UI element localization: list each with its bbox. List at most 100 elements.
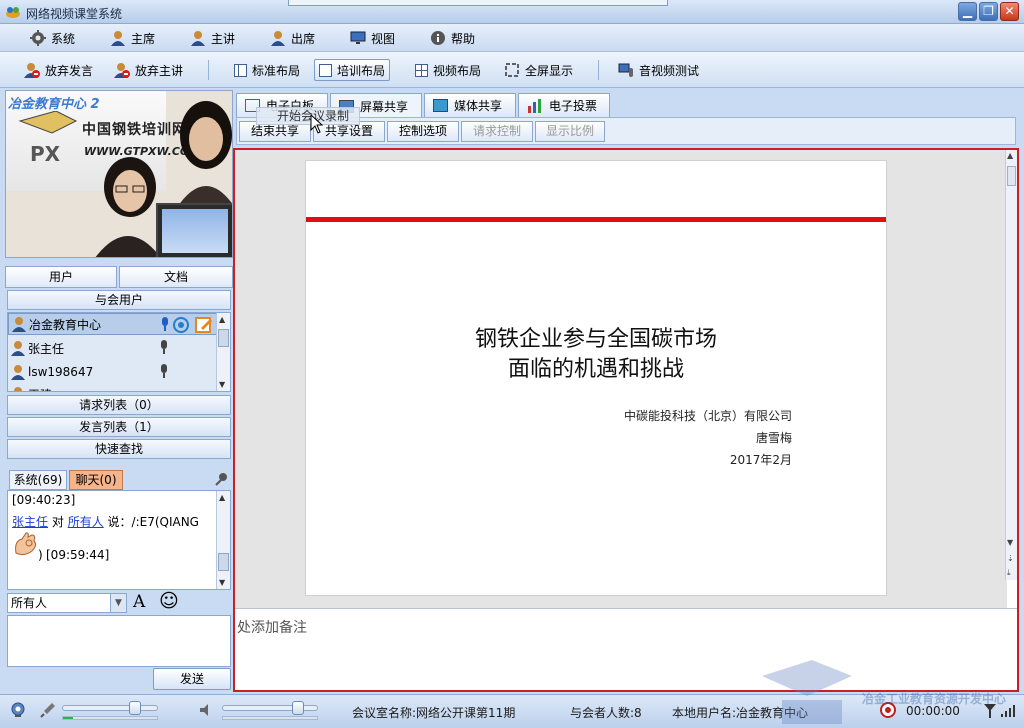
- slider-knob[interactable]: [129, 701, 141, 715]
- video-layout-label: 视频布局: [433, 63, 482, 78]
- scroll-up-icon[interactable]: ▲: [219, 315, 225, 324]
- user-cancel-icon: [24, 63, 40, 78]
- scroll-last-page-icon[interactable]: ⤓: [1007, 568, 1011, 578]
- close-button[interactable]: ✕: [1000, 2, 1019, 21]
- give-up-speak-button[interactable]: 放弃发言: [20, 59, 97, 81]
- speak-list-button[interactable]: 发言列表（1）: [7, 417, 231, 437]
- tab-chat[interactable]: 聊天(0): [69, 470, 123, 490]
- chat-time: [09:40:23]: [12, 493, 76, 507]
- chat-sender-link[interactable]: 张主任: [12, 515, 48, 529]
- give-up-lecturer-button[interactable]: 放弃主讲: [110, 59, 187, 81]
- user-row-3[interactable]: 王建: [8, 383, 218, 391]
- slider-knob[interactable]: [292, 701, 304, 715]
- user-name: 冶金教育中心: [29, 317, 102, 332]
- scroll-thumb[interactable]: [218, 553, 229, 571]
- menu-help[interactable]: 帮助: [430, 28, 475, 48]
- speaker-icon[interactable]: [198, 702, 214, 718]
- tab-system-messages[interactable]: 系统(69): [9, 470, 67, 490]
- request-control-button[interactable]: 请求控制: [461, 121, 533, 142]
- record-icon[interactable]: [880, 702, 896, 718]
- gear-icon: [30, 30, 46, 46]
- webcam-icon[interactable]: [10, 702, 26, 718]
- user-row-2[interactable]: lsw198647: [8, 361, 218, 383]
- speaker-volume-slider[interactable]: [222, 701, 318, 715]
- ok-hand-emoji-icon: [15, 532, 37, 556]
- standard-layout-button[interactable]: 标准布局: [230, 59, 304, 81]
- chat-message: 张主任 对 所有人 说：/:E7(QIANG: [12, 513, 199, 530]
- left-tabs: 用户 文档: [5, 266, 233, 288]
- chat-scrollbar[interactable]: ▲ ▼: [216, 491, 230, 589]
- toolbar: 放弃发言 放弃主讲 标准布局 培训布局 视频布局 全屏显示 音视频测试: [0, 52, 1024, 88]
- user-icon: [271, 31, 285, 46]
- scroll-down-icon[interactable]: ▼: [1007, 538, 1013, 547]
- video-layout-button[interactable]: 视频布局: [411, 59, 485, 81]
- notes-area[interactable]: 处添加备注: [235, 609, 1017, 690]
- mouse-cursor-icon: [310, 114, 324, 134]
- tab-media-share-label: 媒体共享: [454, 99, 503, 113]
- menu-lecturer[interactable]: 主讲: [190, 28, 235, 48]
- viewer-scrollbar[interactable]: ▲ ▼ ⇣ ⤓: [1005, 150, 1017, 580]
- recording-tooltip: 开始会议录制: [256, 107, 360, 125]
- user-icon: [191, 31, 205, 46]
- pin-icon[interactable]: [215, 472, 229, 486]
- user-name: 张主任: [28, 341, 65, 356]
- slide-title-line2: 面临的机遇和挑战: [507, 357, 684, 382]
- user-avatar-icon: [14, 387, 22, 391]
- menu-view[interactable]: 视图: [350, 28, 395, 48]
- user-row-1[interactable]: 张主任: [8, 337, 218, 359]
- mic-level-meter: [62, 716, 158, 720]
- tab-vote[interactable]: 电子投票: [518, 93, 610, 117]
- training-layout-button[interactable]: 培训布局: [314, 59, 391, 81]
- tab-users[interactable]: 用户: [5, 266, 117, 288]
- menu-attend[interactable]: 出席: [270, 28, 315, 48]
- quick-find-button[interactable]: 快速查找: [7, 439, 231, 459]
- give-up-speak-label: 放弃发言: [45, 63, 94, 78]
- mic-volume-slider[interactable]: [62, 701, 158, 715]
- chevron-down-icon[interactable]: ▼: [110, 594, 126, 612]
- slide-red-rule: [306, 217, 886, 222]
- control-options-button[interactable]: 控制选项: [387, 121, 459, 142]
- laptop-display: [162, 209, 228, 253]
- scroll-thumb[interactable]: [1007, 166, 1016, 186]
- chat-input[interactable]: [7, 615, 231, 667]
- grid-icon: [415, 63, 428, 77]
- scroll-next-page-icon[interactable]: ⇣: [1007, 554, 1014, 563]
- fullscreen-button[interactable]: 全屏显示: [500, 59, 577, 81]
- layout-icon: [234, 63, 247, 77]
- font-button[interactable]: A: [133, 592, 145, 612]
- layout-icon: [319, 63, 332, 77]
- chat-target-select[interactable]: 所有人 ▼: [7, 593, 127, 613]
- minimize-button[interactable]: ▁: [958, 2, 977, 21]
- display-ratio-button[interactable]: 显示比例: [535, 121, 605, 142]
- menu-system[interactable]: 系统: [30, 28, 75, 48]
- request-list-button[interactable]: 请求列表（0）: [7, 395, 231, 415]
- presentation-slide: 钢铁企业参与全国碳市场 面临的机遇和挑战 中碳能投科技（北京）有限公司 唐雪梅 …: [305, 160, 887, 596]
- av-test-button[interactable]: 音视频测试: [614, 59, 703, 81]
- emoji-button[interactable]: ☺: [159, 590, 179, 612]
- tab-screen-share-label: 屏幕共享: [360, 99, 409, 114]
- local-user-name: 本地用户名:冶金教育中心: [672, 706, 809, 720]
- chat-to-word: 对: [51, 515, 64, 529]
- attendees-header[interactable]: 与会用户: [7, 290, 231, 310]
- bar-chart-icon: [528, 98, 541, 113]
- user-list-scrollbar[interactable]: ▲ ▼: [216, 313, 230, 391]
- scroll-up-icon[interactable]: ▲: [1007, 151, 1013, 160]
- tab-docs[interactable]: 文档: [119, 266, 233, 288]
- window-title: 网络视频课堂系统: [26, 7, 123, 21]
- tab-media-share[interactable]: 媒体共享: [424, 93, 516, 117]
- microphone-icon: [161, 340, 167, 354]
- microphone-icon[interactable]: [40, 702, 56, 718]
- slide-company: 中碳能投科技（北京）有限公司: [623, 409, 792, 423]
- scroll-up-icon[interactable]: ▲: [219, 493, 225, 502]
- shared-screen-viewer: 钢铁企业参与全国碳市场 面临的机遇和挑战 中碳能投科技（北京）有限公司 唐雪梅 …: [233, 148, 1019, 692]
- restore-button[interactable]: ❐: [979, 2, 998, 21]
- user-row-0[interactable]: 冶金教育中心: [8, 313, 218, 335]
- send-button[interactable]: 发送: [153, 668, 231, 690]
- scroll-thumb[interactable]: [218, 329, 229, 347]
- chat-target-value: 所有人: [11, 596, 48, 610]
- chat-recipient-link[interactable]: 所有人: [68, 515, 104, 529]
- menu-chair[interactable]: 主席: [110, 28, 155, 48]
- scroll-down-icon[interactable]: ▼: [219, 380, 225, 389]
- scroll-down-icon[interactable]: ▼: [219, 578, 225, 587]
- toolbar-divider: [598, 60, 599, 80]
